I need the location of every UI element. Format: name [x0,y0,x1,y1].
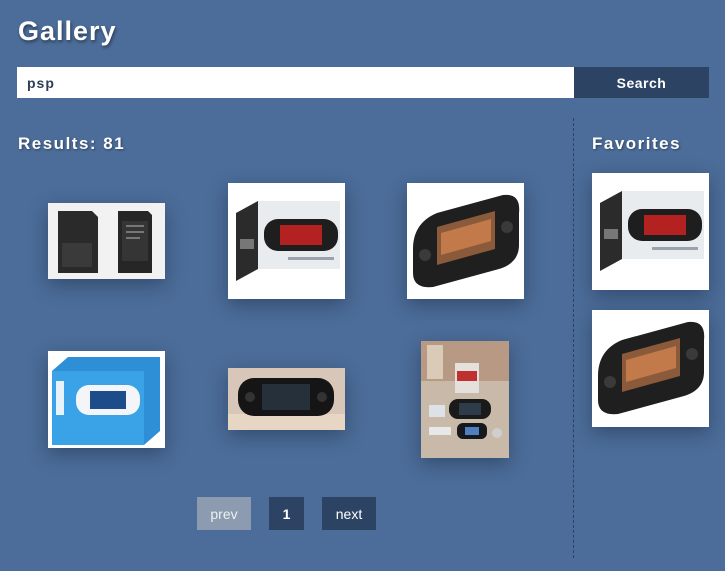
result-thumb-psp-battery[interactable] [48,203,165,279]
search-input[interactable] [17,67,574,98]
result-thumb-psp-box-black[interactable] [228,183,345,299]
search-button[interactable]: Search [574,67,709,98]
favorites-heading: Favorites [592,134,682,153]
favorite-thumb-psp-box-black[interactable] [592,173,709,290]
result-thumb-psp-console-hand[interactable] [228,368,345,430]
psp-box-black-image [228,183,345,299]
result-thumb-psp-set-photo[interactable] [421,341,509,458]
page-number-button[interactable]: 1 [269,497,304,530]
result-thumb-psp-console-black[interactable] [407,183,524,299]
page-title: Gallery [18,16,117,46]
psp-set-photo-image [421,341,509,458]
result-thumb-psp-box-white[interactable] [48,351,165,448]
psp-console-black-image [407,183,524,299]
results-heading: Results: 81 [18,134,126,153]
psp-box-black-image [592,173,709,290]
psp-box-white-image [48,351,165,448]
column-divider [573,118,574,558]
next-page-button[interactable]: next [322,497,376,530]
psp-battery-image [48,203,165,279]
psp-console-hand-image [228,368,345,430]
psp-console-black-image [592,310,709,427]
prev-page-button[interactable]: prev [197,497,251,530]
favorite-thumb-psp-console-black[interactable] [592,310,709,427]
